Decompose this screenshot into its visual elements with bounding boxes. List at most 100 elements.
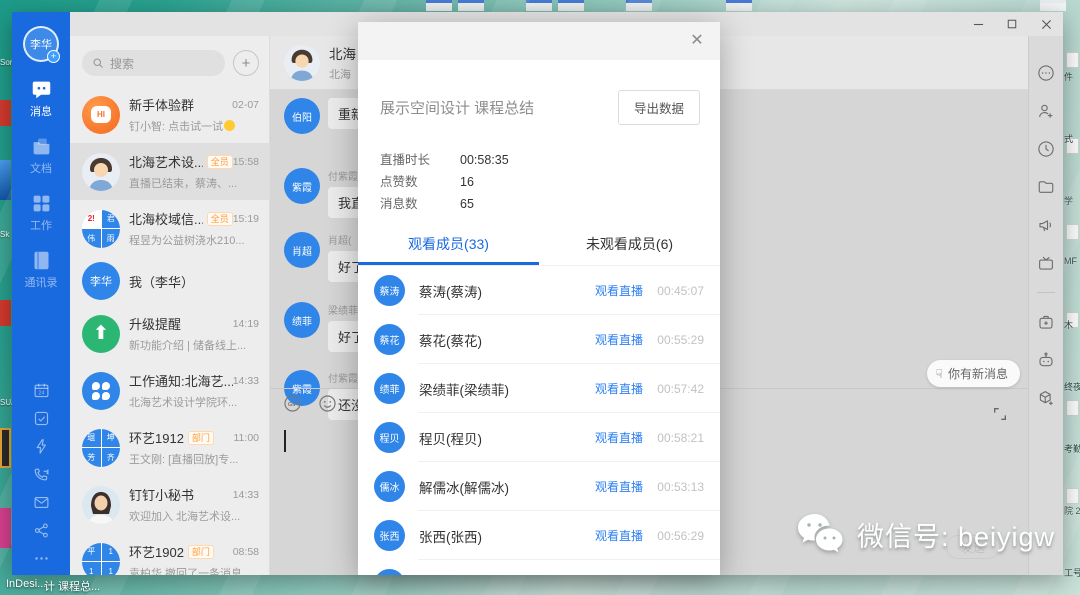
emoji-icon[interactable] <box>318 394 337 413</box>
chat-list-item[interactable]: 琨坤芳齐环艺1912部门11:00王文刚: [直播回放]专... <box>70 419 269 476</box>
chat-avatar <box>82 153 120 191</box>
chat-avatar: 李华 <box>82 262 120 300</box>
gif-icon[interactable]: GIF <box>283 394 302 413</box>
desktop-doc-icon <box>1066 488 1079 504</box>
robot-icon[interactable] <box>1037 351 1055 369</box>
member-name: 蔡涛(蔡涛) <box>419 281 595 301</box>
member-avatar: 张萏 <box>374 569 405 575</box>
sidebar-item-messages[interactable]: 消息 <box>25 79 58 119</box>
svg-text:GIF: GIF <box>288 402 298 408</box>
chat-list-item[interactable]: 平111环艺1902部门08:58袁柏华 撤回了一条消息 <box>70 533 269 575</box>
watch-live-link[interactable]: 观看直播 <box>595 429 643 446</box>
more-dots-icon[interactable] <box>33 550 50 567</box>
live-tv-icon[interactable] <box>1037 254 1055 272</box>
desktop-window-fragment <box>458 0 484 11</box>
chat-list-item[interactable]: 李华我（李华） <box>70 257 269 305</box>
new-message-label: 你有新消息 <box>948 365 1008 382</box>
add-member-icon[interactable] <box>1037 102 1055 120</box>
stat-label: 消息数 <box>380 193 460 215</box>
member-name: 张萏(张萏) <box>419 575 595 576</box>
avatar-grid: 平111 <box>82 543 120 576</box>
chat-avatar: 琨坤芳齐 <box>82 429 120 467</box>
new-message-pill[interactable]: ☟ 你有新消息 <box>927 360 1020 387</box>
watch-duration: 00:55:29 <box>650 333 704 347</box>
member-row: 儒冰解儒冰(解儒冰)观看直播00:53:13 <box>358 462 720 511</box>
chat-badge: 部门 <box>188 431 214 445</box>
chat-list-item[interactable]: 北海艺术设...全员15:58直播已结束，蔡涛、... <box>70 143 269 200</box>
chat-bubble-icon <box>31 79 52 100</box>
share-icon[interactable] <box>33 522 50 539</box>
calendar-icon[interactable]: 24 <box>33 382 50 399</box>
sidebar-item-docs[interactable]: 文档 <box>25 136 58 176</box>
stat-row: 消息数65 <box>380 193 720 215</box>
user-avatar[interactable]: 李华 + <box>23 26 59 62</box>
member-row: 张西张西(张西)观看直播00:56:29 <box>358 511 720 560</box>
member-avatar: 蔡花 <box>374 324 405 355</box>
export-data-button[interactable]: 导出数据 <box>618 90 700 125</box>
chat-subtitle: 新功能介绍 | 储备线上... <box>129 337 259 353</box>
live-summary-modal: ✕ 展示空间设计 课程总结 导出数据 直播时长00:58:35点赞数16消息数6… <box>358 22 720 575</box>
close-icon[interactable] <box>1029 12 1063 36</box>
add-app-icon[interactable] <box>1037 313 1055 331</box>
chat-name: 北海艺术设... <box>129 152 203 171</box>
todo-icon[interactable] <box>33 410 50 427</box>
tab-not-watched[interactable]: 未观看成员(6) <box>539 225 720 265</box>
chat-time: 08:58 <box>233 546 259 558</box>
chat-subtitle: 北海艺术设计学院环... <box>129 394 259 410</box>
expand-icon[interactable] <box>992 406 1008 427</box>
call-icon[interactable] <box>33 466 50 483</box>
avatar-text: 李华 <box>82 262 120 300</box>
stat-label: 直播时长 <box>380 149 460 171</box>
sidebar-item-work[interactable]: 工作 <box>25 193 58 233</box>
search-placeholder: 搜索 <box>110 55 134 72</box>
minimize-icon[interactable] <box>961 12 995 36</box>
stat-label: 点赞数 <box>380 171 460 193</box>
hi-bubble-icon: HI <box>82 96 120 134</box>
desktop-icon-fragment <box>0 100 11 126</box>
message-avatar: 肖超 <box>284 232 320 268</box>
nav-rail: 李华 + 消息文档工作通讯录 24 <box>12 12 70 575</box>
add-chat-button[interactable]: + <box>233 50 259 76</box>
desktop-window-fragment <box>1040 0 1066 11</box>
maximize-icon[interactable] <box>995 12 1029 36</box>
more-circle-icon[interactable] <box>1037 64 1055 82</box>
user-avatar-label: 李华 <box>30 36 52 52</box>
conversation-title: 北海 <box>329 43 356 63</box>
member-row: 蔡花蔡花(蔡花)观看直播00:55:29 <box>358 315 720 364</box>
desktop-icon-fragment <box>0 428 11 468</box>
desktop-doc-icon <box>1066 52 1079 68</box>
plugin-cube-icon[interactable] <box>1037 389 1055 407</box>
history-icon[interactable] <box>1037 140 1055 158</box>
chat-name: 钉钉小秘书 <box>129 485 194 504</box>
chat-subtitle: 袁柏华 撤回了一条消息 <box>129 565 259 575</box>
flash-icon[interactable] <box>33 438 50 455</box>
close-icon[interactable]: ✕ <box>688 32 706 50</box>
watch-live-link[interactable]: 观看直播 <box>595 478 643 495</box>
chat-time: 11:00 <box>234 432 260 444</box>
sidebar-item-label: 工作 <box>30 217 52 233</box>
watch-live-link[interactable]: 观看直播 <box>595 527 643 544</box>
chat-list-item[interactable]: 钉钉小秘书14:33欢迎加入 北海艺术设... <box>70 476 269 533</box>
message-avatar: 伯阳 <box>284 98 320 134</box>
watch-live-link[interactable]: 观看直播 <box>595 380 643 397</box>
member-row: 张萏张萏(张萏)观看直播00:52:41 <box>358 560 720 575</box>
watermark-text: 微信号: beiyigw <box>857 515 1055 554</box>
watch-live-link[interactable]: 观看直播 <box>595 331 643 348</box>
watch-live-link[interactable]: 观看直播 <box>595 282 643 299</box>
mail-icon[interactable] <box>33 494 50 511</box>
chat-list-item[interactable]: 2!君伟雨北海校域信...全员15:19程昱为公益树浇水210... <box>70 200 269 257</box>
sidebar-item-contacts[interactable]: 通讯录 <box>25 250 58 290</box>
watch-duration: 00:56:29 <box>650 529 704 543</box>
chat-name: 环艺1912 <box>129 428 184 447</box>
stat-row: 点赞数16 <box>380 171 720 193</box>
chat-list-item[interactable]: ⬆升级提醒14:19新功能介绍 | 储备线上... <box>70 305 269 362</box>
modal-title: 展示空间设计 课程总结 <box>380 97 534 118</box>
announcement-icon[interactable] <box>1037 216 1055 234</box>
search-input[interactable]: 搜索 <box>82 50 225 76</box>
tab-watched[interactable]: 观看成员(33) <box>358 225 539 265</box>
chat-list-item[interactable]: 工作通知:北海艺...14:33北海艺术设计学院环... <box>70 362 269 419</box>
stat-row: 直播时长00:58:35 <box>380 149 720 171</box>
chat-list-item[interactable]: HI新手体验群02-07钉小智: 点击试一试 <box>70 86 269 143</box>
desktop-window-fragment <box>626 0 652 11</box>
folder-icon[interactable] <box>1037 178 1055 196</box>
